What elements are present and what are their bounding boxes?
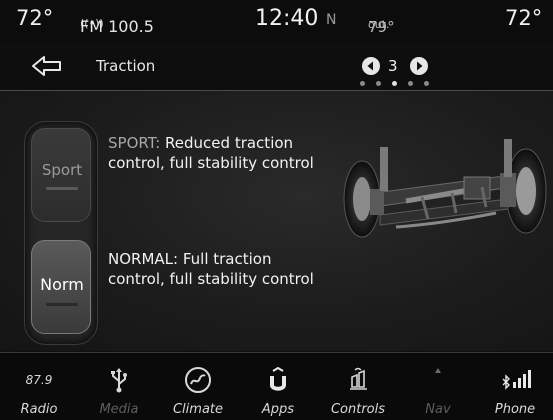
nav-controls-button[interactable]: Controls (323, 353, 393, 420)
apps-icon (243, 366, 313, 393)
chevron-left-icon (367, 61, 373, 71)
page-pager: 3 (358, 56, 428, 78)
nav-media-label: Media (99, 402, 139, 417)
sport-mode-button-label: Sport (41, 161, 83, 179)
page-dot (408, 81, 413, 86)
traction-settings-panel: Sport Norm SPORT: Reduced traction contr… (0, 91, 553, 351)
bottom-navigation: 87.9 Radio Media Climate Apps Controls N… (0, 352, 553, 420)
clock: 12:40 (255, 6, 319, 31)
nav-navigation-button[interactable]: Nav (403, 353, 473, 420)
outside-temp-label: out. (368, 18, 390, 31)
back-arrow-icon (32, 56, 61, 76)
nav-phone-button[interactable]: Phone (480, 353, 550, 420)
page-indicator-dots (356, 80, 436, 88)
phone-icon (480, 367, 550, 393)
nav-navigation-label: Nav (425, 402, 451, 417)
previous-page-button[interactable] (362, 57, 380, 75)
nav-apps-button[interactable]: Apps (243, 353, 313, 420)
normal-mode-button[interactable]: Norm (31, 240, 91, 334)
sport-mode-description: SPORT: Reduced traction control, full st… (108, 133, 328, 173)
normal-mode-indicator (46, 303, 78, 306)
compass-heading: N (326, 12, 337, 28)
sport-mode-button[interactable]: Sport (31, 128, 91, 222)
normal-mode-button-label: Norm (40, 275, 84, 294)
title-bar: Traction 3 (0, 42, 553, 91)
chevron-right-icon (417, 61, 423, 71)
page-title: Traction (96, 57, 156, 75)
controls-icon (323, 367, 393, 393)
radio-station-label: FM 100.5 (80, 17, 154, 36)
nav-media-button[interactable]: Media (84, 353, 154, 420)
page-number: 3 (388, 57, 398, 75)
status-bar: 72° ((•)) FM 100.5 12:40 N 79° out. 72° (0, 0, 553, 42)
usb-icon (84, 367, 154, 393)
back-button[interactable] (30, 54, 64, 78)
page-dot (360, 81, 365, 86)
nav-apps-label: Apps (261, 402, 295, 417)
sport-mode-name: SPORT: (108, 134, 161, 152)
radio-frequency-icon: 87.9 (4, 367, 74, 393)
normal-mode-description: NORMAL: Full traction control, full stab… (108, 249, 328, 289)
nav-climate-button[interactable]: Climate (163, 353, 233, 420)
sport-mode-indicator (46, 187, 78, 190)
driver-temperature[interactable]: 72° (16, 6, 53, 30)
radio-frequency: 87.9 (25, 373, 53, 387)
nav-icon (403, 367, 473, 393)
passenger-temperature[interactable]: 72° (505, 6, 542, 30)
vehicle-chassis-illustration (343, 139, 547, 238)
nav-climate-label: Climate (172, 402, 224, 417)
nav-radio-button[interactable]: 87.9 Radio (4, 353, 74, 420)
next-page-button[interactable] (410, 57, 428, 75)
page-dot-active (392, 81, 397, 86)
page-dot (376, 81, 381, 86)
nav-controls-label: Controls (330, 402, 386, 417)
normal-mode-name: NORMAL: (108, 250, 179, 268)
nav-phone-label: Phone (494, 402, 536, 417)
nav-radio-label: Radio (20, 402, 58, 417)
page-dot (424, 81, 429, 86)
climate-icon (163, 367, 233, 393)
traction-mode-toggle: Sport Norm (24, 121, 98, 345)
